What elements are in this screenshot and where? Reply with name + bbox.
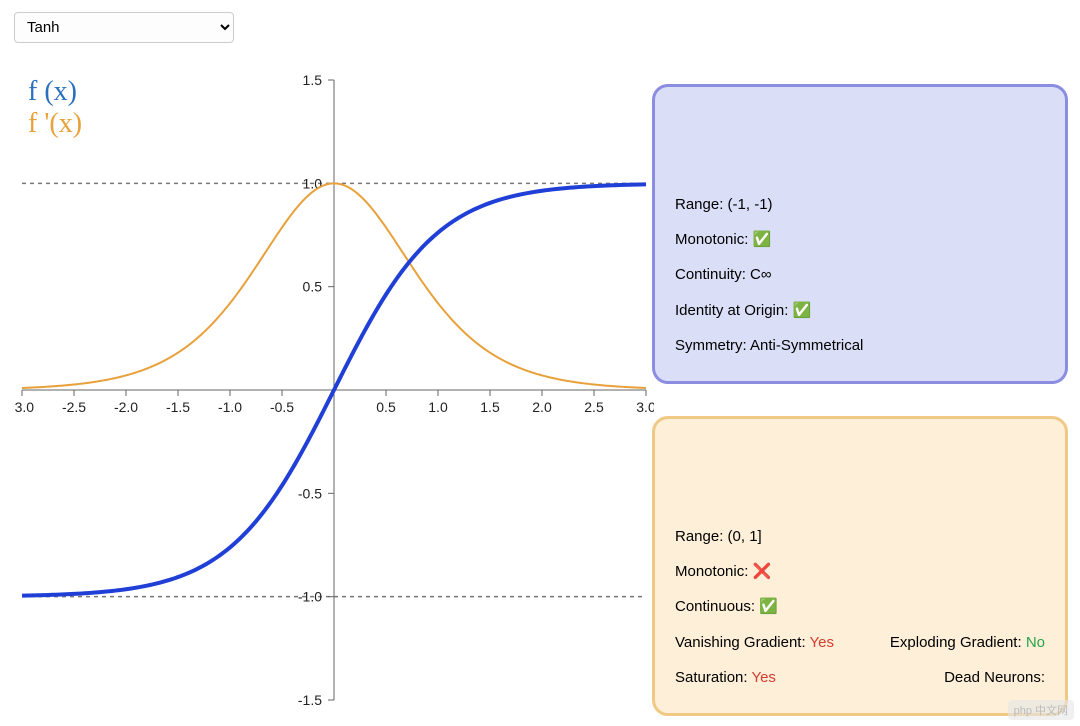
- fd-vanishing: Vanishing Gradient: Yes: [675, 631, 834, 654]
- svg-text:1.5: 1.5: [480, 399, 500, 415]
- f-symmetry-value: Anti-Symmetrical: [750, 337, 863, 354]
- svg-text:0.5: 0.5: [303, 279, 323, 295]
- svg-text:-3.0: -3.0: [14, 399, 34, 415]
- svg-text:0.5: 0.5: [376, 399, 396, 415]
- f-range-label: Range:: [675, 196, 723, 213]
- fd-exploding: Exploding Gradient: No: [890, 631, 1045, 654]
- fd-continuous-row: Continuous: ✅: [675, 595, 1045, 618]
- fd-vanishing-label: Vanishing Gradient:: [675, 634, 806, 651]
- fd-dead-label: Dead Neurons:: [944, 666, 1045, 689]
- svg-text:-0.5: -0.5: [270, 399, 294, 415]
- f-symmetry-label: Symmetry:: [675, 337, 747, 354]
- fd-vanishing-value: Yes: [810, 634, 834, 651]
- svg-text:2.0: 2.0: [532, 399, 552, 415]
- chart-legend: f (x) f '(x): [28, 76, 82, 140]
- svg-text:-1.5: -1.5: [166, 399, 190, 415]
- fd-gradient-row: Vanishing Gradient: Yes Exploding Gradie…: [675, 631, 1045, 654]
- svg-text:-2.0: -2.0: [114, 399, 138, 415]
- f-identity-value: ✅: [793, 302, 812, 319]
- legend-fd: f '(x): [28, 108, 82, 140]
- f-continuity-value: C∞: [750, 266, 772, 283]
- fd-saturation-label: Saturation:: [675, 669, 748, 686]
- f-symmetry-row: Symmetry: Anti-Symmetrical: [675, 334, 1045, 357]
- f-continuity-label: Continuity:: [675, 266, 746, 283]
- fd-continuous-value: ✅: [759, 598, 778, 615]
- svg-text:1.0: 1.0: [303, 175, 323, 191]
- f-identity-label: Identity at Origin:: [675, 302, 788, 319]
- legend-f: f (x): [28, 76, 82, 108]
- svg-text:-1.5: -1.5: [298, 692, 322, 708]
- svg-text:-1.0: -1.0: [218, 399, 242, 415]
- fd-saturation: Saturation: Yes: [675, 666, 776, 689]
- f-range-value: (-1, -1): [728, 196, 773, 213]
- panel-function: Range: (-1, -1) Monotonic: ✅ Continuity:…: [652, 84, 1068, 384]
- f-monotonic-value: ✅: [753, 231, 772, 248]
- panel-derivative: Range: (0, 1] Monotonic: ❌ Continuous: ✅…: [652, 416, 1068, 716]
- svg-text:1.5: 1.5: [303, 72, 323, 88]
- fd-continuous-label: Continuous:: [675, 598, 755, 615]
- fd-monotonic-value: ❌: [753, 563, 772, 580]
- watermark: php 中文网: [1008, 700, 1074, 720]
- chart-svg: -3.0 -2.5 -2.0 -1.5 -1.0 -0.5 0.5 1.0 1.5 2.0 2.5 3…: [14, 70, 654, 710]
- f-monotonic-row: Monotonic: ✅: [675, 228, 1045, 251]
- function-select[interactable]: Tanh: [14, 12, 234, 43]
- fd-range-value: (0, 1]: [728, 528, 762, 545]
- fd-saturation-row: Saturation: Yes Dead Neurons:: [675, 666, 1045, 689]
- fd-range-label: Range:: [675, 528, 723, 545]
- fd-exploding-value: No: [1026, 634, 1045, 651]
- f-monotonic-label: Monotonic:: [675, 231, 748, 248]
- chart-area: f (x) f '(x) -3.0 -2.5 -2.0 -1.5 -1.0 -0.5 0.5…: [14, 70, 654, 710]
- svg-text:2.5: 2.5: [584, 399, 604, 415]
- f-range-row: Range: (-1, -1): [675, 193, 1045, 216]
- fd-range-row: Range: (0, 1]: [675, 525, 1045, 548]
- fd-monotonic-row: Monotonic: ❌: [675, 560, 1045, 583]
- f-identity-row: Identity at Origin: ✅: [675, 299, 1045, 322]
- svg-text:1.0: 1.0: [428, 399, 448, 415]
- svg-text:-0.5: -0.5: [298, 485, 322, 501]
- svg-text:-2.5: -2.5: [62, 399, 86, 415]
- svg-text:-1.0: -1.0: [298, 589, 322, 605]
- f-continuity-row: Continuity: C∞: [675, 263, 1045, 286]
- fd-saturation-value: Yes: [751, 669, 775, 686]
- fd-exploding-label: Exploding Gradient:: [890, 634, 1022, 651]
- svg-text:3.0: 3.0: [636, 399, 654, 415]
- fd-monotonic-label: Monotonic:: [675, 563, 748, 580]
